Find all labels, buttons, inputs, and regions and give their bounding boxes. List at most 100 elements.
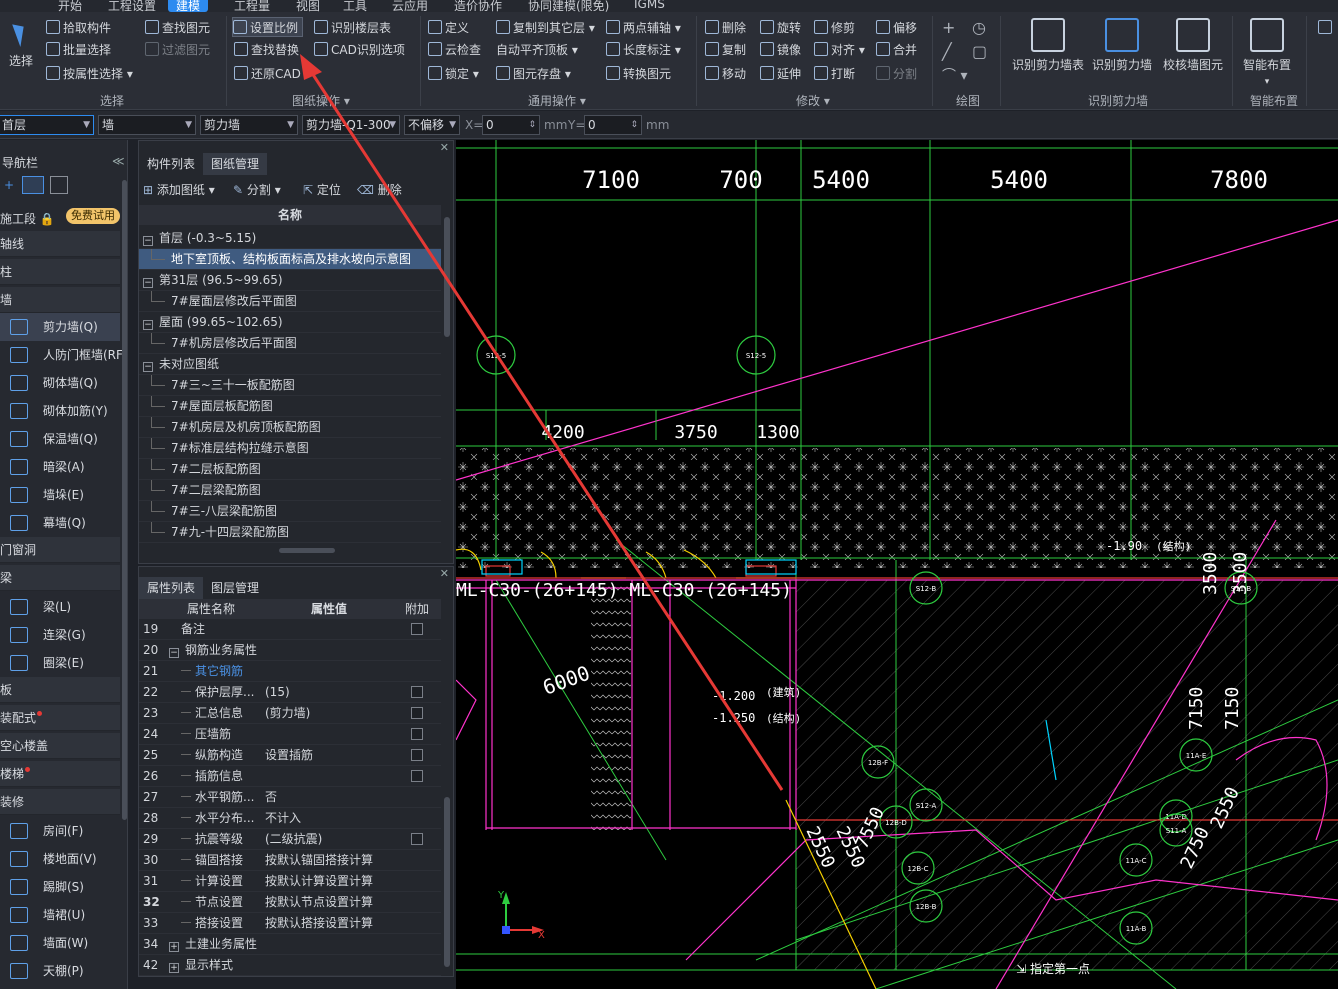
pick-component-button[interactable]: 拾取构件 — [46, 18, 111, 38]
nav-item-ring-beam[interactable]: 圈梁(E) — [0, 649, 120, 677]
property-row[interactable]: 27 水平钢筋... 否 — [139, 787, 441, 808]
element-save-button[interactable]: 图元存盘 ▾ — [496, 64, 571, 84]
tree-item[interactable]: 地下室顶板、结构板面标高及排水坡向示意图 — [139, 249, 441, 270]
menu-project-settings[interactable]: 工程设置 — [100, 0, 164, 12]
tree-item[interactable]: 7#三-八层梁配筋图 — [139, 501, 441, 522]
nav-item-ceiling[interactable]: 天棚(P) — [0, 957, 120, 985]
nav-item-wall-surface[interactable]: 墙面(W) — [0, 929, 120, 957]
tree-hscrollbar[interactable] — [279, 548, 335, 553]
property-row[interactable]: 24 压墙筋 — [139, 724, 441, 745]
detail-view-icon[interactable] — [50, 176, 68, 194]
length-dimension-button[interactable]: 长度标注 ▾ — [606, 40, 681, 60]
point-draw-icon[interactable]: + — [942, 18, 955, 38]
auto-flush-button[interactable]: 自动平齐顶板 ▾ — [496, 40, 578, 60]
find-replace-button[interactable]: 查找替换 — [234, 40, 299, 60]
tree-item[interactable]: 7#二层梁配筋图 — [139, 480, 441, 501]
extra-checkbox[interactable] — [411, 728, 423, 740]
nav-cat-column[interactable]: 柱 — [0, 259, 120, 285]
more-tools-icon[interactable] — [1318, 18, 1335, 38]
x-input[interactable]: 0 ⇕ — [482, 115, 540, 135]
collapse-icon[interactable]: − — [143, 236, 153, 246]
nav-cat-decoration[interactable]: 装修 — [0, 789, 120, 815]
property-value[interactable]: (剪力墙) — [265, 703, 310, 724]
tree-item[interactable]: 7#机房层修改后平面图 — [139, 333, 441, 354]
close-icon[interactable]: ✕ — [440, 567, 449, 580]
trim-button[interactable]: 修剪 — [814, 18, 855, 38]
define-button[interactable]: 定义 — [428, 18, 469, 38]
extra-checkbox[interactable] — [411, 623, 423, 635]
batch-select-button[interactable]: 批量选择 — [46, 40, 111, 60]
smart-layout-button[interactable]: 智能布置 ▾ — [1238, 18, 1296, 87]
nav-cat-beam[interactable]: 梁 — [0, 565, 120, 591]
extend-button[interactable]: 延伸 — [760, 64, 801, 84]
menu-cost-collab[interactable]: 造价协作 — [446, 0, 510, 12]
cad-canvas[interactable]: S12-5 S12-5 S12-B S11-B 12B-F S12-A 12B-D 12B-C… — [456, 140, 1338, 989]
nav-cat-door-window[interactable]: 门窗洞 — [0, 537, 120, 563]
delete-drawing-button[interactable]: ⌫ 删除 — [357, 181, 402, 198]
property-value[interactable]: (二级抗震) — [265, 829, 322, 850]
restore-cad-button[interactable]: 还原CAD — [234, 64, 301, 84]
nav-item-coupling-beam[interactable]: 连梁(G) — [0, 621, 120, 649]
set-scale-button[interactable]: 设置比例 — [232, 17, 304, 37]
nav-cat-axis[interactable]: 轴线 — [0, 231, 120, 257]
property-value[interactable]: 否 — [265, 787, 277, 808]
merge-button[interactable]: 合并 — [876, 40, 917, 60]
collapse-icon[interactable]: − — [143, 362, 153, 372]
tree-group[interactable]: − 屋面 (99.65~102.65) — [139, 312, 441, 333]
find-element-button[interactable]: 查找图元 — [145, 18, 210, 38]
component-select[interactable]: 剪力墙-Q1-300 ▼ — [302, 115, 400, 135]
rect-draw-icon[interactable]: ▢ — [972, 42, 987, 62]
add-icon[interactable]: + — [4, 178, 14, 192]
nav-item-masonry-wall[interactable]: 砌体墙(Q) — [0, 369, 120, 397]
tab-layer-management[interactable]: 图层管理 — [203, 577, 267, 599]
tree-group[interactable]: − 未对应图纸 — [139, 354, 441, 375]
mirror-button[interactable]: 镜像 — [760, 40, 801, 60]
recognize-wall-button[interactable]: 识别剪力墙 — [1090, 18, 1154, 73]
property-value[interactable]: 设置插筋 — [265, 745, 313, 766]
property-row[interactable]: 31 计算设置 按默认计算设置计算 — [139, 871, 441, 892]
menu-quantity[interactable]: 工程量 — [226, 0, 278, 12]
tree-group[interactable]: − 首层 (-0.3~5.15) — [139, 228, 441, 249]
property-value[interactable]: (15) — [265, 682, 290, 703]
nav-item-civil-defense-wall[interactable]: 人防门框墙(RF — [0, 341, 123, 369]
tree-item[interactable]: 7#二层板配筋图 — [139, 459, 441, 480]
cad-options-button[interactable]: CAD识别选项 — [314, 40, 405, 60]
cad-drawing[interactable]: S12-5 S12-5S12-B S11-B12B-FS12-A12B-D12B-C… — [456, 140, 1338, 989]
move-button[interactable]: 移动 — [705, 64, 746, 84]
property-row[interactable]: 42 + 显示样式 — [139, 955, 441, 976]
menu-view[interactable]: 视图 — [288, 0, 328, 12]
extra-checkbox[interactable] — [411, 833, 423, 845]
collapse-icon[interactable]: − — [143, 278, 153, 288]
nav-item-insulation-wall[interactable]: 保温墙(Q) — [0, 425, 120, 453]
property-row[interactable]: 25 纵筋构造 设置插筋 — [139, 745, 441, 766]
nav-item-room[interactable]: 房间(F) — [0, 817, 120, 845]
property-value[interactable]: 按默认锚固搭接计算 — [265, 850, 373, 871]
property-value[interactable]: 不计入 — [265, 808, 301, 829]
nav-item-skirting[interactable]: 踢脚(S) — [0, 873, 120, 901]
nav-item-beam[interactable]: 梁(L) — [0, 593, 120, 621]
nav-item-masonry-rebar[interactable]: 砌体加筋(Y) — [0, 397, 120, 425]
list-view-icon[interactable] — [22, 176, 44, 194]
property-row[interactable]: 34 + 土建业务属性 — [139, 934, 441, 955]
property-row[interactable]: 23 汇总信息 (剪力墙) — [139, 703, 441, 724]
add-drawing-button[interactable]: ⊞ 添加图纸 ▾ — [143, 181, 215, 198]
split-button[interactable]: 分割 — [876, 64, 917, 84]
property-row[interactable]: 22 保护层厚... (15) — [139, 682, 441, 703]
tree-item[interactable]: 7#屋面层板配筋图 — [139, 396, 441, 417]
locate-button[interactable]: ⇱ 定位 — [303, 181, 341, 198]
line-draw-icon[interactable]: ╱ — [942, 42, 952, 62]
offset-select[interactable]: 不偏移 ▼ — [404, 115, 460, 135]
tree-item[interactable]: 7#机房层及机房顶板配筋图 — [139, 417, 441, 438]
nav-item-floor-surface[interactable]: 楼地面(V) — [0, 845, 120, 873]
y-input[interactable]: 0 ⇕ — [584, 115, 642, 135]
expand-icon[interactable]: + — [169, 963, 179, 973]
collapse-icon[interactable]: − — [169, 648, 179, 658]
clock-icon[interactable]: ◷ — [972, 18, 986, 38]
check-wall-button[interactable]: 校核墙图元 — [1160, 18, 1226, 73]
recognize-wall-table-button[interactable]: 识别剪力墙表 — [1010, 18, 1086, 73]
nav-cat-slab[interactable]: 板 — [0, 677, 120, 703]
property-row[interactable]: 21 其它钢筋 — [139, 661, 441, 682]
property-value[interactable]: 按默认搭接设置计算 — [265, 913, 373, 934]
select-by-property-button[interactable]: 按属性选择 ▾ — [46, 64, 133, 84]
nav-item-dado[interactable]: 墙裙(U) — [0, 901, 120, 929]
